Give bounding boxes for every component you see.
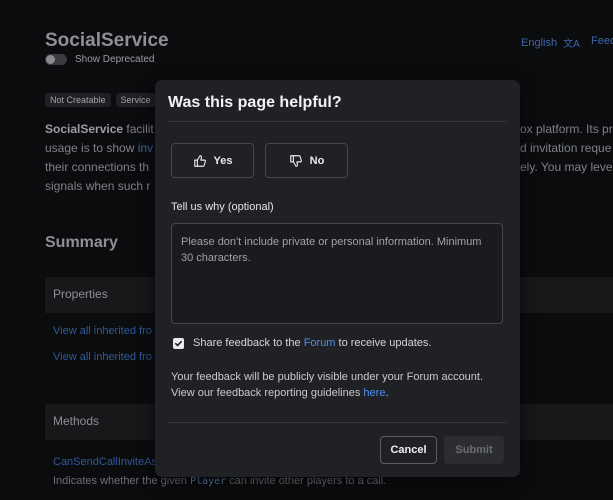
thumbs-up-icon <box>193 154 206 167</box>
inherited-properties-link[interactable]: View all inherited fro <box>53 351 152 363</box>
divider <box>168 422 507 423</box>
share-prefix: Share feedback to the <box>193 337 304 349</box>
share-feedback-label: Share feedback to the Forum to receive u… <box>193 337 431 349</box>
note-end: . <box>385 387 389 399</box>
desc-bold: SocialService <box>45 122 124 136</box>
inherited-properties-link[interactable]: View all inherited fro <box>53 325 152 337</box>
thumbs-down-icon <box>289 154 302 167</box>
guidelines-link[interactable]: here <box>363 387 385 399</box>
forum-link[interactable]: Forum <box>304 337 336 349</box>
feedback-dialog: Was this page helpful? Yes No Tell us wh… <box>155 80 520 477</box>
share-feedback-checkbox[interactable] <box>173 337 184 349</box>
no-button[interactable]: No <box>265 143 348 178</box>
language-label: English <box>521 36 558 49</box>
why-label: Tell us why (optional) <box>171 201 274 213</box>
tag-list: Not Creatable Service <box>45 93 156 107</box>
page-description-right: ox platform. Its pr d invitation reque e… <box>520 120 613 177</box>
yes-button[interactable]: Yes <box>171 143 254 178</box>
desc-right2: d invitation reque <box>520 141 612 155</box>
desc-link[interactable]: inv <box>138 141 153 155</box>
tag-not-creatable: Not Creatable <box>45 93 111 107</box>
method-desc-code: Player <box>189 476 227 487</box>
tag-service: Service <box>115 93 156 107</box>
desc-right1: ox platform. Its pr <box>520 122 613 136</box>
desc-line1: facilit <box>123 122 154 136</box>
visibility-note: Your feedback will be publicly visible u… <box>171 369 506 401</box>
desc-right3: ely. You may leve <box>520 160 613 174</box>
language-selector[interactable]: English 文A <box>521 35 580 51</box>
yes-label: Yes <box>213 154 233 167</box>
show-deprecated-toggle[interactable] <box>45 54 67 65</box>
checkmark-icon <box>174 340 183 346</box>
dialog-title: Was this page helpful? <box>168 94 342 111</box>
feedback-link[interactable]: Feec <box>591 35 613 47</box>
desc-line2: usage is to show <box>45 141 138 155</box>
feedback-textarea[interactable] <box>171 223 503 324</box>
no-label: No <box>309 154 325 167</box>
note-text: Your feedback will be publicly visible u… <box>171 371 484 399</box>
share-feedback-row: Share feedback to the Forum to receive u… <box>173 337 431 349</box>
divider <box>168 121 507 122</box>
show-deprecated-label: Show Deprecated <box>75 54 155 65</box>
summary-heading: Summary <box>45 234 118 251</box>
submit-button[interactable]: Submit <box>444 436 504 464</box>
cancel-button[interactable]: Cancel <box>380 436 437 464</box>
method-link[interactable]: CanSendCallInviteAs <box>53 456 157 468</box>
page-title: SocialService <box>45 30 169 51</box>
share-suffix: to receive updates. <box>335 337 432 349</box>
translate-icon: 文A <box>563 39 580 50</box>
show-deprecated-row: Show Deprecated <box>45 54 155 65</box>
